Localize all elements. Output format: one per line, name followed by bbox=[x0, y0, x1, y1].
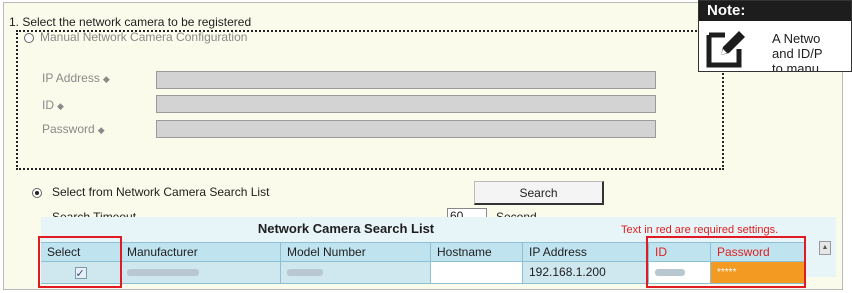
select-column-highlight bbox=[38, 236, 122, 288]
row-hostname[interactable] bbox=[431, 262, 523, 284]
manual-config-radio[interactable] bbox=[24, 33, 34, 43]
scroll-up-button[interactable]: ▲ bbox=[819, 241, 831, 255]
required-mark: ◆ bbox=[102, 74, 110, 84]
credentials-highlight bbox=[646, 236, 806, 288]
note-callout: Note: A Netwo and ID/P to manu bbox=[698, 0, 852, 72]
search-button[interactable]: Search bbox=[474, 181, 604, 205]
search-list-radio[interactable] bbox=[32, 188, 42, 198]
col-header-hostname: Hostname bbox=[431, 242, 523, 262]
redacted-text bbox=[287, 269, 323, 277]
required-mark: ◆ bbox=[97, 125, 105, 135]
required-mark: ◆ bbox=[57, 101, 64, 111]
note-heading: Note: bbox=[699, 1, 851, 21]
col-header-ip-address: IP Address bbox=[523, 242, 649, 262]
app-root: 1. Select the network camera to be regis… bbox=[0, 0, 852, 293]
id-label: ID ◆ bbox=[42, 98, 64, 112]
redacted-text bbox=[127, 269, 199, 277]
table-title: Network Camera Search List bbox=[257, 221, 435, 236]
step-title: 1. Select the network camera to be regis… bbox=[9, 15, 252, 29]
row-model-number bbox=[281, 262, 431, 284]
manual-config-label: Manual Network Camera Configuration bbox=[40, 30, 248, 44]
ip-address-label: IP Address ◆ bbox=[42, 71, 110, 85]
note-text: A Netwo and ID/P to manu bbox=[772, 31, 823, 72]
ip-address-input[interactable] bbox=[156, 71, 656, 89]
row-ip-address: 192.168.1.200 bbox=[523, 262, 649, 284]
edit-note-icon bbox=[706, 31, 745, 68]
password-input[interactable] bbox=[156, 120, 656, 138]
password-label: Password ◆ bbox=[42, 122, 105, 136]
row-manufacturer bbox=[121, 262, 281, 284]
required-settings-note: Text in red are required settings. bbox=[621, 224, 779, 236]
id-input[interactable] bbox=[156, 95, 656, 113]
col-header-model-number: Model Number bbox=[281, 242, 431, 262]
search-list-label: Select from Network Camera Search List bbox=[52, 185, 270, 199]
col-header-manufacturer: Manufacturer bbox=[121, 242, 281, 262]
